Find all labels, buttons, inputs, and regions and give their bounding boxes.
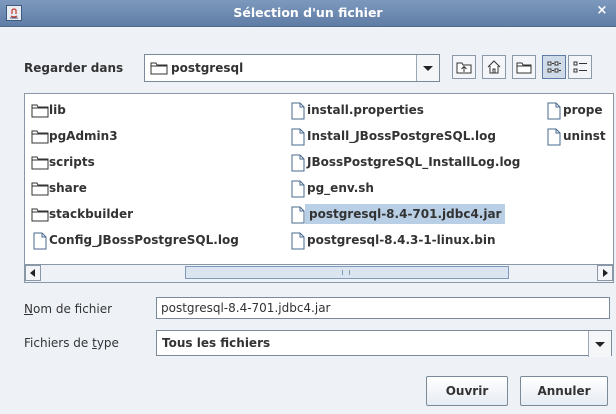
look-in-value: postgresql — [171, 61, 244, 75]
scrollbar-thumb[interactable] — [185, 266, 509, 279]
folder-icon — [31, 130, 49, 144]
folder-icon — [31, 156, 49, 170]
file-icon — [291, 102, 305, 120]
look-in-label: Regarder dans — [24, 61, 124, 75]
horizontal-scrollbar[interactable] — [25, 264, 613, 282]
file-icon — [291, 128, 305, 146]
file-icon — [291, 232, 305, 250]
file-name: Config_JBossPostgreSQL.log — [49, 233, 239, 247]
file-name-label: Nom de fichier — [24, 302, 112, 316]
file-name: postgresql-8.4-701.jdbc4.jar — [305, 204, 506, 224]
open-button[interactable]: Ouvrir — [426, 376, 508, 406]
file-icon — [291, 154, 305, 172]
folder-icon — [150, 61, 168, 78]
file-name-input[interactable] — [156, 297, 610, 319]
file-name: lib — [49, 103, 66, 117]
folder-icon — [31, 208, 49, 222]
folder-icon — [31, 104, 49, 118]
file-name: postgresql-8.4.3-1-linux.bin — [307, 233, 496, 247]
file-type-combo[interactable]: Tous les fichiers — [156, 330, 612, 357]
details-view-button[interactable] — [568, 55, 592, 79]
up-one-level-button[interactable] — [452, 55, 476, 79]
file-name-label-mnemonic: N — [24, 302, 33, 316]
list-view-button[interactable] — [542, 55, 566, 79]
file-name: scripts — [49, 155, 95, 169]
chevron-down-icon[interactable] — [416, 55, 439, 81]
file-icon — [547, 128, 561, 146]
file-icon — [547, 102, 561, 120]
file-name: pg_env.sh — [307, 181, 374, 195]
folder-icon — [31, 182, 49, 196]
file-name: install.properties — [307, 103, 424, 117]
file-type-label-start: Fichiers de — [24, 336, 93, 350]
file-list[interactable]: lib pgAdmin3 scripts share stackbuilder … — [24, 93, 614, 283]
file-icon — [33, 232, 47, 250]
file-name: stackbuilder — [49, 207, 134, 221]
file-icon — [291, 180, 305, 198]
file-name: pgAdmin3 — [49, 129, 118, 143]
close-icon[interactable]: × — [594, 3, 610, 21]
file-type-value: Tous les fichiers — [162, 336, 271, 350]
file-name: prope — [563, 103, 603, 117]
look-in-combo[interactable]: postgresql — [144, 54, 440, 82]
file-name: Install_JBossPostgreSQL.log — [307, 129, 496, 143]
home-button[interactable] — [482, 55, 506, 79]
file-name: JBossPostgreSQL_InstallLog.log — [307, 155, 521, 169]
cancel-button[interactable]: Annuler — [520, 376, 608, 406]
scroll-right-icon[interactable] — [597, 265, 613, 281]
window-title: Sélection d'un fichier — [233, 5, 383, 20]
file-name-label-text: om de fichier — [32, 302, 113, 316]
new-folder-button[interactable] — [512, 55, 536, 79]
file-type-label: Fichiers de type — [24, 336, 119, 350]
chevron-down-icon[interactable] — [588, 331, 611, 357]
file-name: uninst — [563, 129, 606, 143]
title-bar: Sélection d'un fichier × — [0, 0, 616, 27]
scroll-left-icon[interactable] — [25, 265, 41, 281]
file-type-label-rest: ype — [96, 336, 119, 350]
file-name: share — [49, 181, 87, 195]
